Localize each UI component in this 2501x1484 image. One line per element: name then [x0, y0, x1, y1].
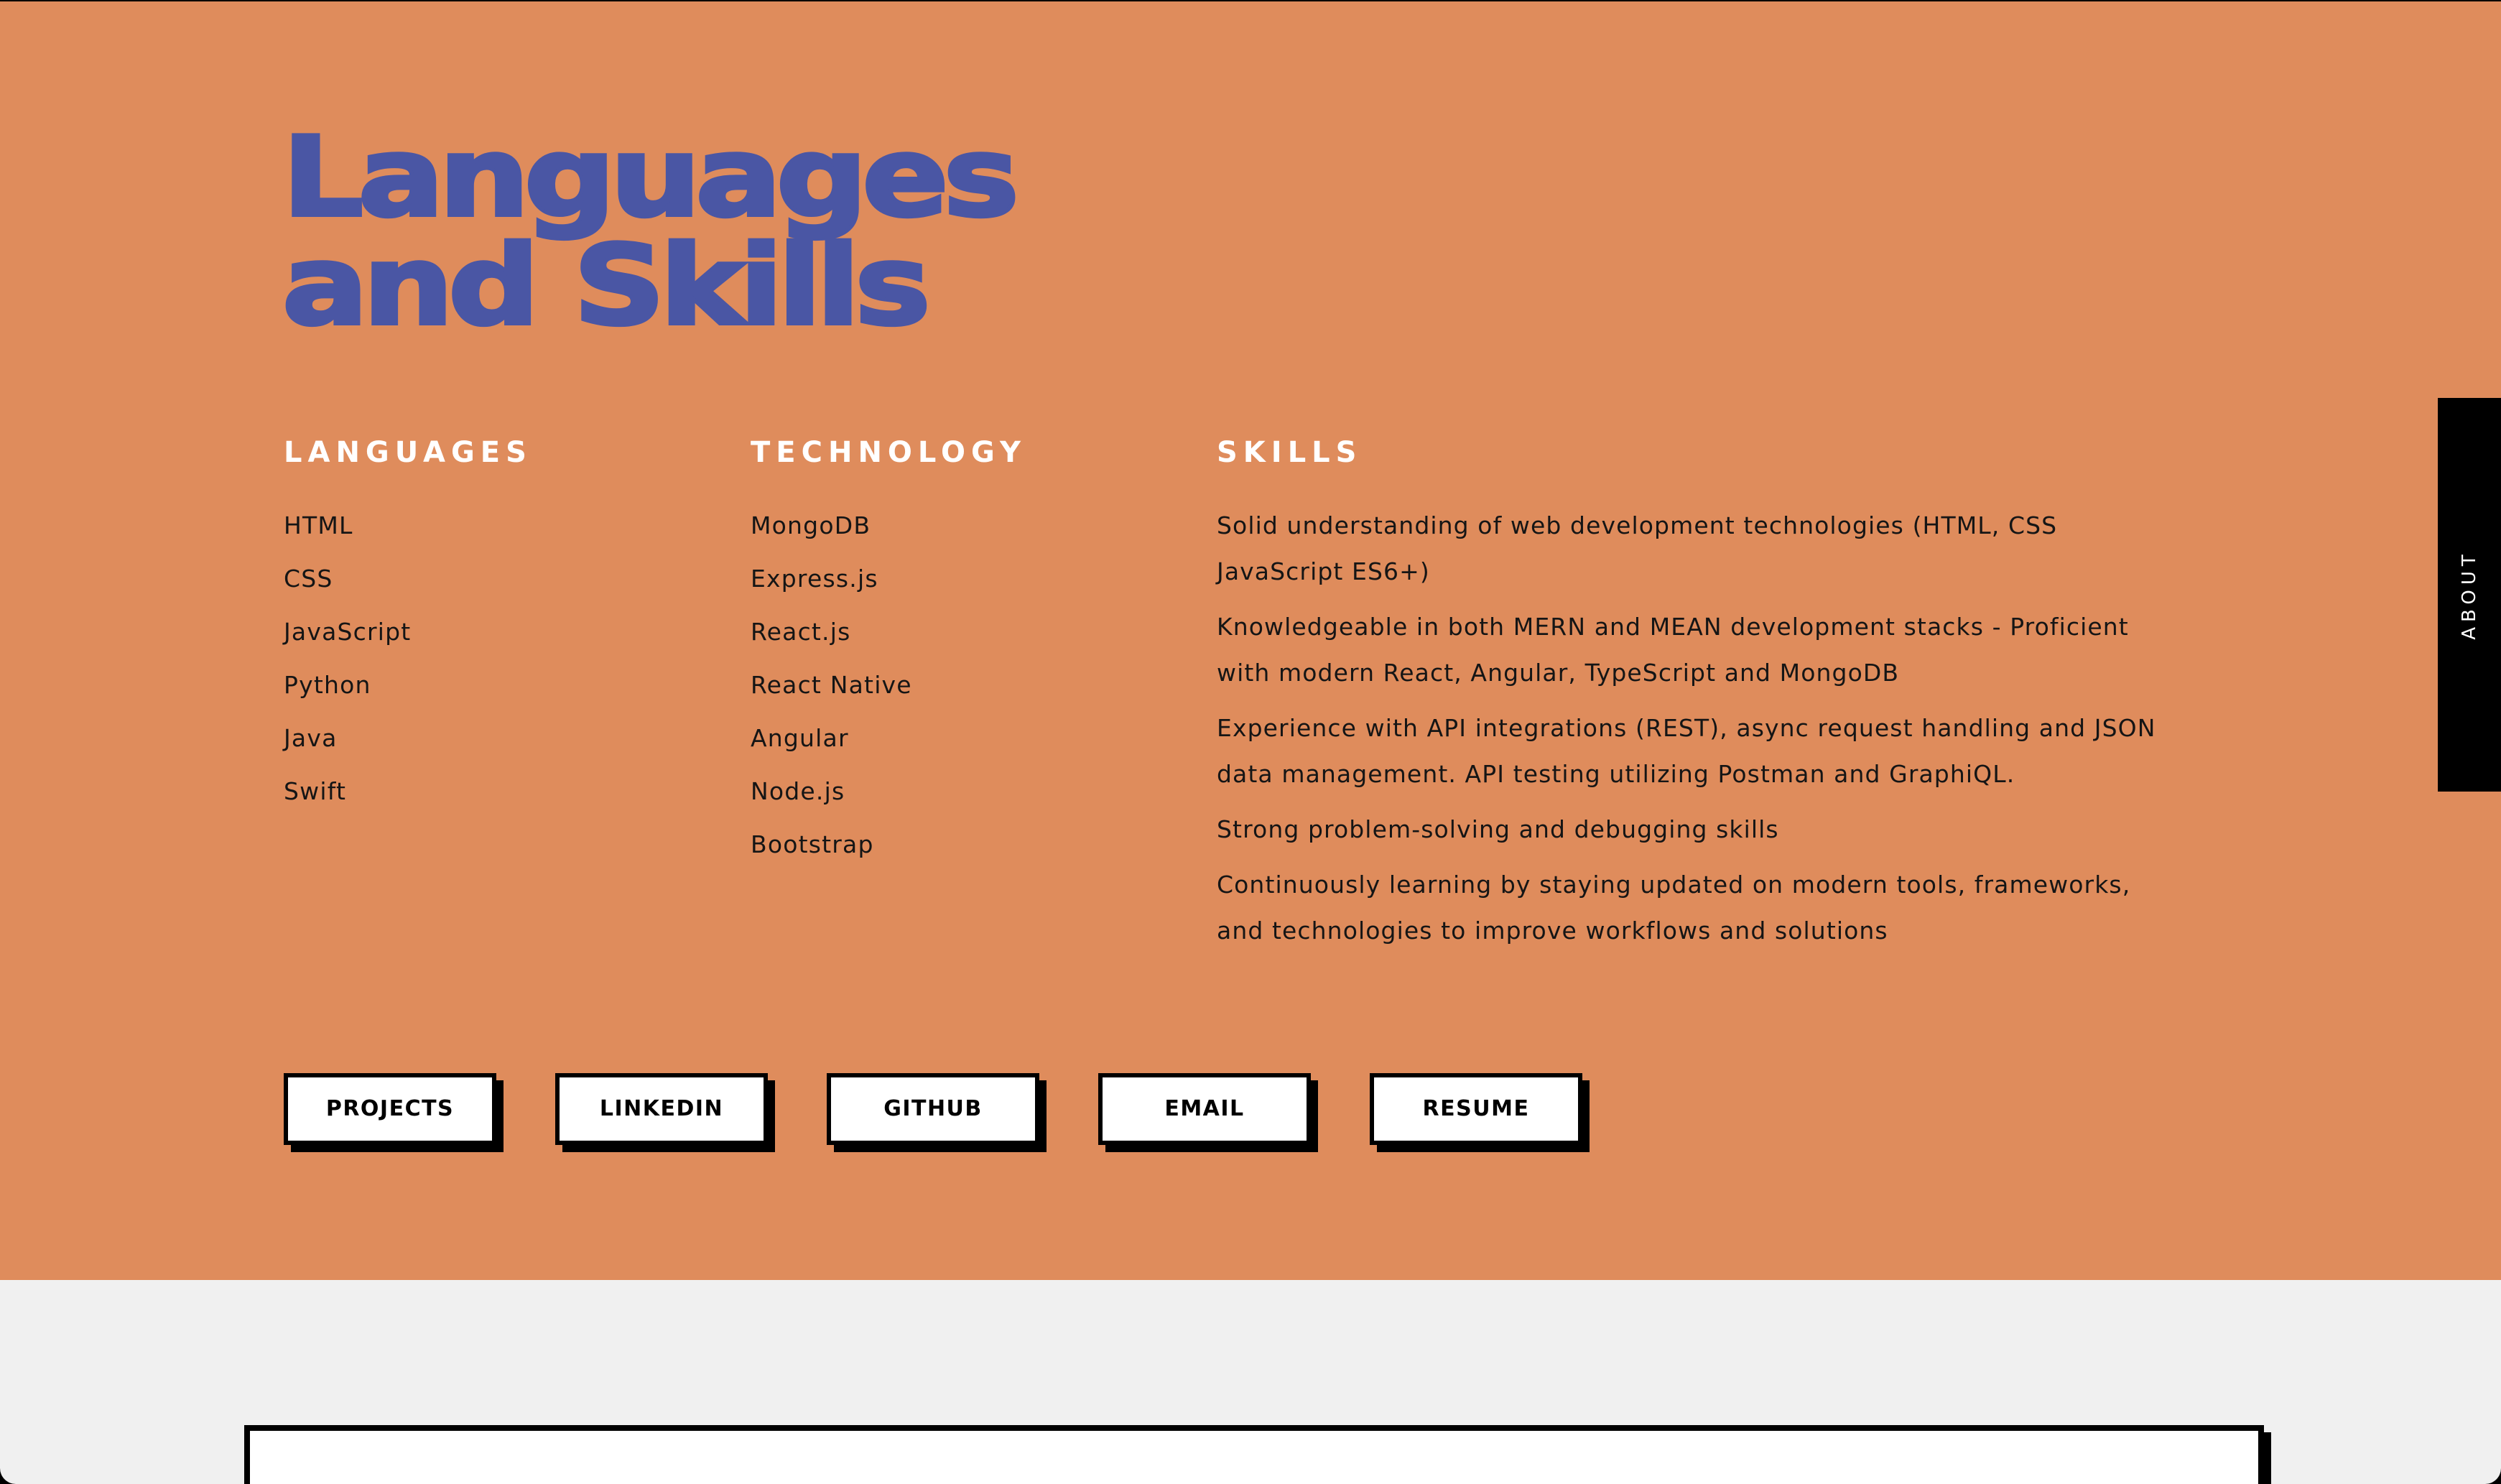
- section-title-line-2: and Skills: [280, 222, 933, 351]
- languages-item: Python: [284, 671, 371, 699]
- technology-item: React Native: [751, 671, 912, 699]
- page: Languages and Skills LANGUAGES HTML CSS …: [0, 1, 2501, 1484]
- languages-item: Java: [284, 724, 338, 752]
- linkedin-button[interactable]: LINKEDIN: [555, 1073, 768, 1145]
- skills-item: Solid understanding of web development t…: [1217, 511, 2058, 585]
- projects-button[interactable]: PROJECTS: [284, 1073, 496, 1145]
- section-title-line-1: Languages: [280, 113, 1021, 242]
- technology-item: React.js: [751, 618, 851, 646]
- technology-heading: TECHNOLOGY: [751, 436, 1026, 469]
- next-section-card: [244, 1425, 2264, 1484]
- languages-item: CSS: [284, 565, 333, 593]
- email-button[interactable]: EMAIL: [1098, 1073, 1311, 1145]
- languages-item: Swift: [284, 777, 347, 805]
- technology-item: Angular: [751, 724, 849, 752]
- skills-heading: SKILLS: [1217, 436, 1363, 469]
- resume-button[interactable]: RESUME: [1370, 1073, 1582, 1145]
- skills-list: Solid understanding of web development t…: [1217, 508, 2172, 968]
- languages-list: HTML CSS JavaScript Python Java Swift: [284, 508, 411, 827]
- technology-item: MongoDB: [751, 511, 871, 539]
- github-button[interactable]: GITHUB: [827, 1073, 1039, 1145]
- about-side-tab[interactable]: ABOUT: [2438, 398, 2501, 792]
- technology-item: Express.js: [751, 565, 878, 593]
- technology-item: Node.js: [751, 777, 845, 805]
- languages-item: HTML: [284, 511, 353, 539]
- skills-item: Continuously learning by staying updated…: [1217, 871, 2131, 945]
- section-title: Languages and Skills: [280, 113, 1021, 351]
- languages-heading: LANGUAGES: [284, 436, 532, 469]
- technology-item: Bootstrap: [751, 830, 874, 858]
- skills-item: Experience with API integrations (REST),…: [1217, 714, 2156, 788]
- languages-skills-section: Languages and Skills LANGUAGES HTML CSS …: [0, 1, 2501, 1280]
- about-side-tab-label: ABOUT: [2459, 549, 2480, 640]
- skills-item: Strong problem-solving and debugging ski…: [1217, 815, 1779, 843]
- technology-list: MongoDB Express.js React.js React Native…: [751, 508, 912, 880]
- languages-item: JavaScript: [284, 618, 412, 646]
- skills-item: Knowledgeable in both MERN and MEAN deve…: [1217, 613, 2129, 687]
